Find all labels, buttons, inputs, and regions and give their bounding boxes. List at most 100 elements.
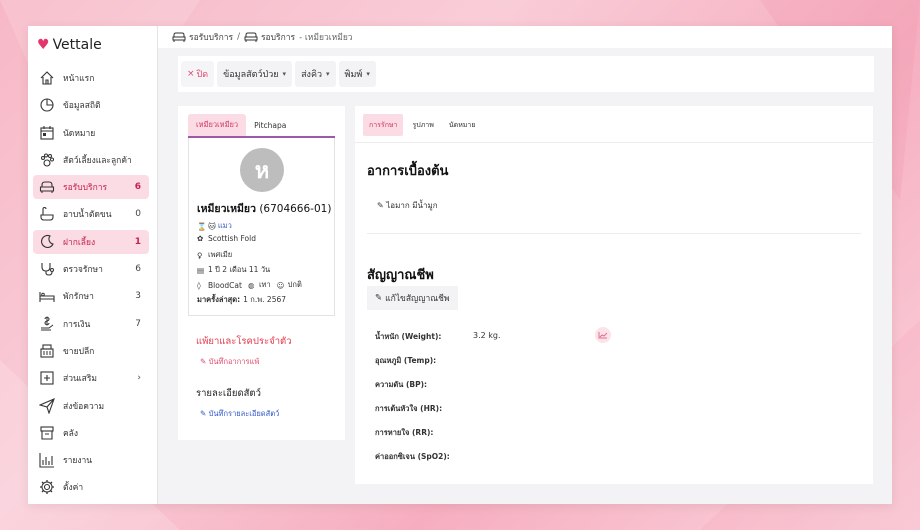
vital-label: การเต้นหัวใจ (HR):	[375, 404, 443, 413]
home-icon	[39, 70, 55, 86]
breed: Scottish Fold	[208, 234, 256, 243]
paw-icon: ✿	[197, 234, 204, 243]
breed-row: ✿ Scottish Fold	[197, 234, 256, 243]
sidebar-item-count: 0	[135, 209, 141, 220]
register-icon	[39, 343, 55, 359]
sidebar-item-10[interactable]: ขายปลีก	[33, 339, 149, 363]
palette-icon: ◍	[247, 280, 255, 290]
pet-tabs: เหมียวเหมียว Pitchapa	[178, 106, 345, 136]
symptom-text[interactable]: ✎ ไอมาก มีน้ำมูก	[377, 199, 438, 212]
sidebar-item-5[interactable]: อาบน้ำตัดขน 0	[33, 202, 149, 226]
sidebar-item-0[interactable]: หน้าแรก	[33, 66, 149, 90]
detail-tabs: การรักษา รูปภาพ นัดหมาย	[355, 106, 873, 136]
sex: เพศเมีย	[208, 250, 233, 259]
sidebar-item-count: ›	[137, 373, 141, 384]
sidebar-item-count: 6	[135, 264, 141, 275]
sidebar-item-11[interactable]: ส่วนเสริม ›	[33, 366, 149, 390]
last-visit: 1 ก.พ. 2567	[243, 295, 287, 304]
logo[interactable]: ♥ Vettale	[28, 36, 157, 54]
sidebar-item-label: นัดหมาย	[63, 128, 96, 139]
send-queue-dropdown[interactable]: ส่งคิว ▾	[295, 61, 336, 87]
sex-row: ♀ เพศเมีย	[197, 249, 232, 261]
species: แมว	[217, 221, 232, 230]
sidebar-item-1[interactable]: ข้อมูลสถิติ	[33, 93, 149, 117]
breadcrumb-first[interactable]: รอรับบริการ	[189, 30, 233, 44]
sidebar-item-label: การเงิน	[63, 319, 91, 330]
paw-icon	[39, 152, 55, 168]
pet-info-label: ข้อมูลสัตว์ป่วย	[223, 70, 279, 80]
vital-title: สัญญาณชีพ	[367, 268, 434, 283]
cat-icon: 🐱	[208, 221, 216, 231]
last-visit-row: มาครั้งล่าสุด: 1 ก.พ. 2567	[197, 294, 286, 306]
line-chart-icon[interactable]	[595, 327, 611, 343]
chevron-down-icon: ▾	[366, 70, 370, 78]
sidebar: ♥ Vettale หน้าแรกข้อมูลสถิตินัดหมายสัตว์…	[28, 26, 158, 504]
sidebar-item-2[interactable]: นัดหมาย	[33, 121, 149, 145]
vital-label: ความดัน (BP):	[375, 380, 428, 389]
blood-drop-icon: ◊	[197, 280, 201, 290]
app-window: ♥ Vettale หน้าแรกข้อมูลสถิตินัดหมายสัตว์…	[28, 26, 892, 504]
allergy-link[interactable]: ✎ บันทึกอาการแพ้	[200, 356, 259, 368]
box-icon	[39, 425, 55, 441]
symptom-value: ไอมาก มีน้ำมูก	[386, 201, 438, 210]
sidebar-item-12[interactable]: ส่งข้อความ	[33, 394, 149, 418]
stethoscope-icon	[39, 261, 55, 277]
sidebar-item-8[interactable]: พักรักษา 3	[33, 284, 149, 308]
tab-appointments[interactable]: นัดหมาย	[443, 114, 482, 136]
vital-label: การหายใจ (RR):	[375, 428, 434, 437]
edit-vitals-button[interactable]: ✎ แก้ไขสัญญาณชีพ	[367, 286, 458, 310]
sidebar-item-3[interactable]: สัตว์เลี้ยงและลูกค้า	[33, 148, 149, 172]
blood-type: BloodCat	[208, 280, 242, 290]
close-button[interactable]: × ปิด	[181, 61, 215, 87]
sidebar-item-label: ตั้งค่า	[63, 483, 84, 494]
breadcrumb: รอรับบริการ / รอบริการ - เหมียวเหมียว	[158, 26, 892, 48]
sidebar-item-count: 7	[135, 318, 141, 329]
sofa-icon	[244, 32, 258, 42]
calendar-icon: ▤	[197, 265, 205, 275]
treatment-card: การรักษา รูปภาพ นัดหมาย อาการเบื้องต้น ✎…	[355, 106, 873, 484]
sidebar-item-13[interactable]: คลัง	[33, 421, 149, 445]
bar-chart-icon	[39, 452, 55, 468]
vital-label: น้ำหนัก (Weight):	[375, 332, 442, 341]
toolbar: × ปิด ข้อมูลสัตว์ป่วย ▾ ส่งคิว ▾ พิมพ์ ▾	[178, 56, 874, 92]
money-icon	[39, 316, 55, 332]
sidebar-item-label: พักรักษา	[63, 292, 94, 303]
sidebar-item-9[interactable]: การเงิน 7	[33, 312, 149, 336]
bath-icon	[39, 206, 55, 222]
sidebar-item-label: คลัง	[63, 428, 79, 439]
tab-pet[interactable]: เหมียวเหมียว	[188, 114, 247, 136]
heart-logo-icon: ♥	[37, 37, 50, 53]
sidebar-item-label: รายงาน	[63, 456, 93, 467]
sidebar-item-label: ส่วนเสริม	[63, 374, 98, 385]
sidebar-item-14[interactable]: รายงาน	[33, 448, 149, 472]
pet-name: เหมียวเหมียว (6704666-01)	[197, 200, 331, 217]
print-dropdown[interactable]: พิมพ์ ▾	[338, 61, 376, 87]
breadcrumb-second[interactable]: รอบริการ	[261, 30, 295, 44]
tab-images[interactable]: รูปภาพ	[406, 114, 439, 136]
sidebar-item-6[interactable]: ฝากเลี้ยง 1	[33, 229, 149, 254]
tab-owner[interactable]: Pitchapa	[246, 114, 294, 136]
edit-vitals-label: แก้ไขสัญญาณชีพ	[385, 294, 450, 304]
sidebar-item-4[interactable]: รอรับบริการ 6	[33, 175, 149, 200]
sidebar-item-15[interactable]: ตั้งค่า	[33, 475, 149, 499]
female-icon: ♀	[197, 250, 203, 260]
sidebar-item-count: 3	[135, 291, 141, 302]
tab-treatment[interactable]: การรักษา	[363, 114, 404, 136]
age: 1 ปี 2 เดือน 11 วัน	[208, 265, 271, 274]
vital-value: 3.2 kg.	[473, 331, 501, 340]
pet-card: เหมียวเหมียว Pitchapa ห เหมียวเหมียว (67…	[178, 106, 345, 440]
pet-info-dropdown[interactable]: ข้อมูลสัตว์ป่วย ▾	[217, 61, 293, 87]
pet-detail-link-text: บันทึกรายละเอียดสัตว์	[208, 409, 280, 418]
chevron-down-icon: ▾	[326, 70, 330, 78]
age-row: ▤ 1 ปี 2 เดือน 11 วัน	[197, 264, 270, 276]
send-queue-label: ส่งคิว	[301, 70, 323, 80]
pet-detail-link[interactable]: ✎ บันทึกรายละเอียดสัตว์	[200, 408, 279, 420]
breadcrumb-separator: /	[237, 32, 240, 42]
avatar[interactable]: ห	[240, 148, 284, 192]
sidebar-item-label: ขายปลีก	[63, 346, 95, 357]
hourglass-icon: ⌛	[197, 221, 207, 231]
allergy-title: แพ้ยาและโรคประจำตัว	[196, 336, 292, 347]
sidebar-item-7[interactable]: ตรวจรักษา 6	[33, 257, 149, 281]
allergy-link-text: บันทึกอาการแพ้	[208, 357, 260, 366]
pet-code: (6704666-01)	[259, 203, 332, 215]
